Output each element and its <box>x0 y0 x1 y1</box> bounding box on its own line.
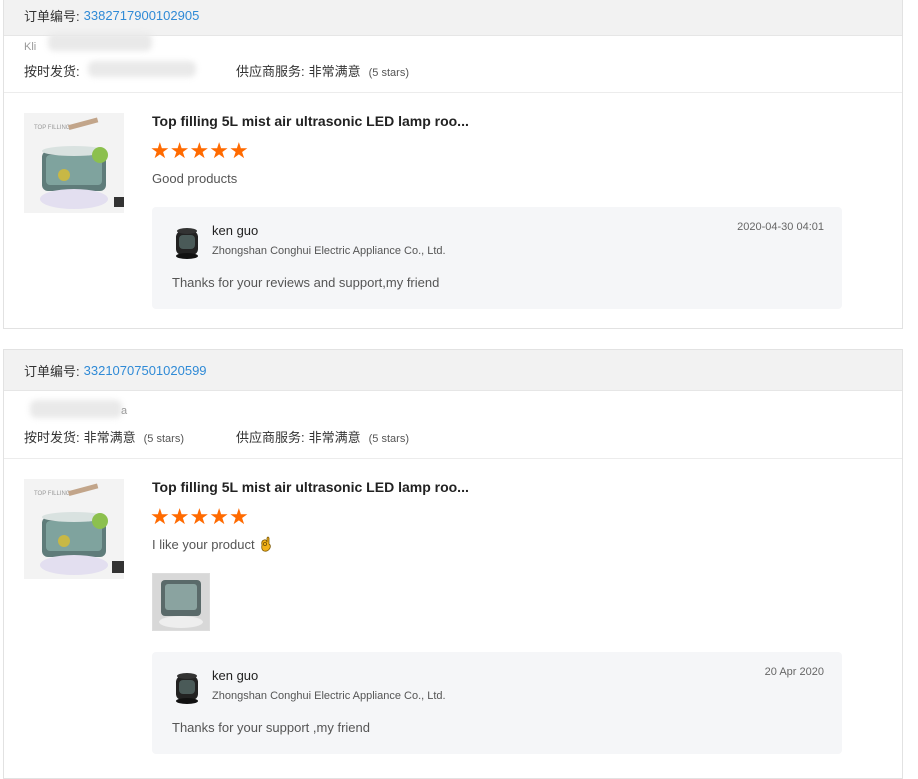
ontime-value: 非常满意 <box>83 430 136 445</box>
supplier-label: 供应商服务: <box>236 64 305 79</box>
product-thumbnail[interactable]: TOP FILLING <box>24 113 124 213</box>
rating-stars: ★ ★ ★ ★ ★ <box>150 506 249 528</box>
seller-ratings: 按时发货: 非常满意 (5 stars) 供应商服务: 非常满意 (5 star… <box>24 427 409 446</box>
review-comment: Good products <box>152 171 237 186</box>
humidifier-photo <box>153 574 209 630</box>
divider <box>4 458 902 459</box>
order-card: 订单编号: 33210707501020599 a 按时发货: 非常满意 (5 … <box>3 349 903 779</box>
divider <box>4 92 902 93</box>
order-label: 订单编号: <box>24 8 80 24</box>
ontime-stars: (5 stars) <box>143 433 184 445</box>
comment-text: Good products <box>152 171 238 186</box>
reply-text: Thanks for your reviews and support,my f… <box>172 275 440 290</box>
rating-stars: ★ ★ ★ ★ ★ <box>150 140 249 162</box>
star-icon: ★ <box>169 138 190 163</box>
star-icon: ★ <box>209 138 229 163</box>
buyer-name: a <box>121 405 128 417</box>
reply-date: 20 Apr 2020 <box>764 666 824 678</box>
buyer-name: Kli <box>24 41 37 53</box>
reply-company: Zhongshan Conghui Electric Appliance Co.… <box>212 690 446 702</box>
humidifier-avatar-icon <box>176 673 198 704</box>
order-header: 订单编号: 33210707501020599 <box>4 350 902 391</box>
seller-ratings: 按时发货: 供应商服务: 非常满意 (5 stars) <box>24 61 409 80</box>
product-thumbnail[interactable]: TOP FILLING <box>24 479 124 579</box>
order-number-link[interactable]: 3382717900102905 <box>84 8 200 23</box>
supplier-value: 非常满意 <box>308 64 361 79</box>
product-title[interactable]: Top filling 5L mist air ultrasonic LED l… <box>152 479 469 495</box>
comment-text: I like your product <box>152 536 255 552</box>
review-comment: I like your product <box>152 536 272 552</box>
ok-hand-emoji-icon <box>260 536 271 552</box>
privacy-blur <box>88 61 196 77</box>
privacy-blur <box>30 400 122 418</box>
ontime-label: 按时发货: <box>24 430 80 445</box>
star-icon: ★ <box>228 504 249 529</box>
review-photo[interactable] <box>152 573 210 631</box>
order-card: 订单编号: 3382717900102905 Kli 按时发货: 供应商服务: … <box>3 0 903 329</box>
reply-text: Thanks for your support ,my friend <box>172 720 370 735</box>
supplier-stars: (5 stars) <box>368 433 409 445</box>
product-title[interactable]: Top filling 5L mist air ultrasonic LED l… <box>152 113 469 129</box>
supplier-reply: ken guo Zhongshan Conghui Electric Appli… <box>152 652 842 754</box>
star-icon: ★ <box>189 138 210 163</box>
star-icon: ★ <box>150 138 170 163</box>
order-number-link[interactable]: 33210707501020599 <box>84 363 207 378</box>
supplier-value: 非常满意 <box>308 430 361 445</box>
reply-author: ken guo <box>212 668 259 683</box>
reply-author: ken guo <box>212 223 259 238</box>
order-header: 订单编号: 3382717900102905 <box>4 0 902 36</box>
reply-date: 2020-04-30 04:01 <box>737 221 824 233</box>
humidifier-image: TOP FILLING <box>24 113 124 213</box>
privacy-blur <box>48 33 152 51</box>
star-icon: ★ <box>228 138 249 163</box>
supplier-reply: ken guo Zhongshan Conghui Electric Appli… <box>152 207 842 309</box>
star-icon: ★ <box>209 504 229 529</box>
supplier-stars: (5 stars) <box>368 67 409 79</box>
order-label: 订单编号: <box>24 363 80 379</box>
star-icon: ★ <box>150 504 170 529</box>
star-icon: ★ <box>189 504 210 529</box>
svg-text:TOP FILLING: TOP FILLING <box>34 491 71 497</box>
ontime-label: 按时发货: <box>24 64 80 79</box>
humidifier-image: TOP FILLING <box>24 479 124 579</box>
reply-company: Zhongshan Conghui Electric Appliance Co.… <box>212 245 446 257</box>
supplier-label: 供应商服务: <box>236 430 305 445</box>
svg-text:TOP FILLING: TOP FILLING <box>34 125 71 131</box>
star-icon: ★ <box>169 504 190 529</box>
humidifier-avatar-icon <box>176 228 198 259</box>
